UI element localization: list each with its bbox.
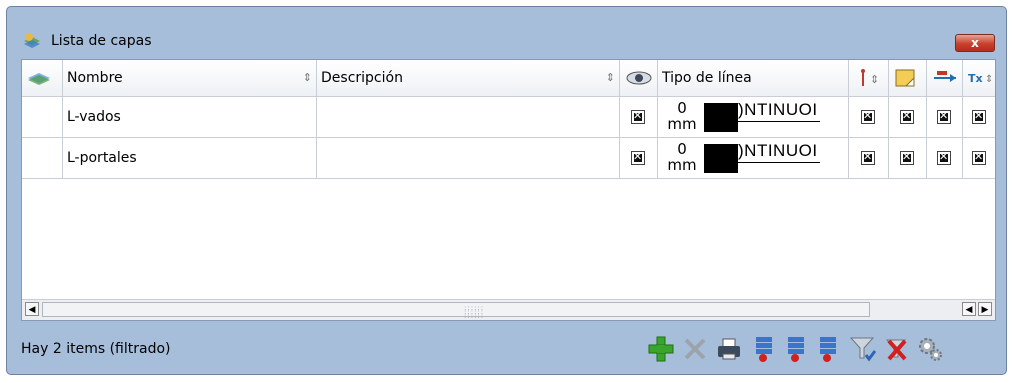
header-visible[interactable] [620, 60, 658, 96]
insert-below-icon[interactable] [783, 335, 811, 363]
cell-label [889, 97, 927, 137]
cell-elevation [849, 138, 889, 178]
remove-icon[interactable] [681, 335, 709, 363]
add-icon[interactable] [647, 335, 675, 363]
line-width-value: 0 [677, 140, 687, 158]
table-header: Nombre ⇕ Descripción ⇕ Tipo de línea ⇕ T… [22, 60, 995, 97]
title-bar: Lista de capas x [7, 7, 1006, 59]
eye-icon [624, 71, 654, 92]
cell-text [963, 97, 995, 137]
elevation-checkbox[interactable] [861, 151, 875, 165]
label-checkbox[interactable] [900, 151, 914, 165]
visible-checkbox[interactable] [631, 151, 645, 165]
layers-app-icon [22, 31, 42, 51]
scroll-thumb[interactable]: :::::::::::::::::: [42, 302, 870, 320]
cell-tipo-linea[interactable]: 0 mm )NTINUOI [658, 97, 849, 137]
insert-above-icon[interactable] [751, 335, 779, 363]
table-row[interactable]: L-vados 0 mm )NTINUOI [22, 97, 995, 138]
row-selector[interactable] [22, 138, 63, 178]
header-text[interactable]: Tx ⇕ [963, 60, 995, 96]
svg-text:Tx: Tx [968, 72, 983, 85]
dimension-checkbox[interactable] [937, 151, 951, 165]
svg-text:⇕: ⇕ [870, 73, 879, 86]
header-nombre[interactable]: Nombre ⇕ [63, 60, 317, 96]
line-width: 0 mm [662, 141, 702, 173]
scroll-left-end-button[interactable]: ◀ [962, 302, 976, 316]
line-color-swatch[interactable] [704, 103, 738, 132]
insert-end-icon[interactable] [815, 335, 843, 363]
sort-icon[interactable]: ⇕ [303, 60, 312, 96]
header-elevation[interactable]: ⇕ [849, 60, 889, 96]
text-icon: Tx ⇕ [967, 72, 995, 92]
window-title: Lista de capas [51, 33, 152, 49]
linetype-name: )NTINUOI [738, 99, 820, 122]
header-tipo-linea[interactable]: Tipo de línea [658, 60, 849, 96]
cell-visible [620, 97, 658, 137]
line-width-unit: mm [667, 156, 697, 174]
cell-visible [620, 138, 658, 178]
elevation-icon: ⇕ [853, 69, 883, 92]
filter-icon[interactable] [849, 335, 877, 363]
label-icon [893, 69, 919, 93]
header-tipo-linea-label: Tipo de línea [662, 70, 752, 86]
sort-icon[interactable]: ⇕ [606, 60, 615, 96]
layers-table: Nombre ⇕ Descripción ⇕ Tipo de línea ⇕ T… [21, 59, 996, 321]
status-text: Hay 2 items (filtrado) [21, 341, 171, 357]
cell-dimension [927, 138, 963, 178]
row-selector[interactable] [22, 97, 63, 137]
line-width-unit: mm [667, 115, 697, 133]
cell-label [889, 138, 927, 178]
cell-nombre[interactable]: L-portales [63, 138, 317, 178]
layers-icon [26, 73, 52, 92]
linetype-name: )NTINUOI [738, 140, 820, 163]
line-width: 0 mm [662, 100, 702, 132]
dimension-icon [931, 71, 959, 92]
header-dimension[interactable] [927, 60, 963, 96]
layer-list-window: Lista de capas x Nombre ⇕ Descripción ⇕ [6, 6, 1007, 375]
svg-text:⇕: ⇕ [985, 74, 993, 85]
text-checkbox[interactable] [972, 110, 986, 124]
cell-nombre[interactable]: L-vados [63, 97, 317, 137]
text-checkbox[interactable] [972, 151, 986, 165]
header-descripcion-label: Descripción [321, 70, 403, 86]
print-icon[interactable] [715, 335, 743, 363]
line-width-value: 0 [677, 99, 687, 117]
cell-tipo-linea[interactable]: 0 mm )NTINUOI [658, 138, 849, 178]
cell-text [963, 138, 995, 178]
status-bar: Hay 2 items (filtrado) [21, 329, 996, 369]
scroll-left-button[interactable]: ◀ [25, 302, 39, 316]
label-checkbox[interactable] [900, 110, 914, 124]
clear-filter-icon[interactable] [883, 335, 911, 363]
horizontal-scrollbar[interactable]: ◀ :::::::::::::::::: ◀ ▶ [22, 299, 995, 320]
header-descripcion[interactable]: Descripción ⇕ [317, 60, 620, 96]
cell-elevation [849, 97, 889, 137]
cell-descripcion[interactable] [317, 97, 620, 137]
visible-checkbox[interactable] [631, 110, 645, 124]
header-layers[interactable] [22, 60, 63, 96]
table-row[interactable]: L-portales 0 mm )NTINUOI [22, 138, 995, 179]
line-color-swatch[interactable] [704, 144, 738, 173]
scroll-right-button[interactable]: ▶ [978, 302, 992, 316]
cell-descripcion[interactable] [317, 138, 620, 178]
close-icon: x [971, 36, 979, 50]
close-button[interactable]: x [955, 34, 995, 52]
cell-dimension [927, 97, 963, 137]
dimension-checkbox[interactable] [937, 110, 951, 124]
scroll-grip-icon: :::::::::::::::::: [464, 304, 485, 320]
settings-icon[interactable] [916, 335, 944, 363]
header-label[interactable] [889, 60, 927, 96]
elevation-checkbox[interactable] [861, 110, 875, 124]
header-nombre-label: Nombre [67, 70, 123, 86]
